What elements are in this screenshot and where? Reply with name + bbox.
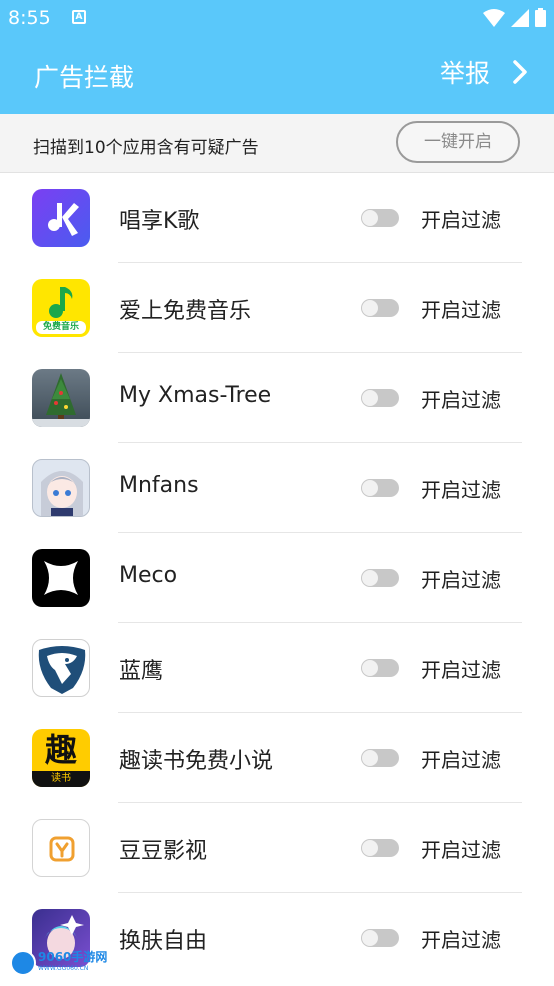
app-name: 豆豆影视	[119, 839, 208, 864]
eagle-icon	[32, 639, 90, 697]
watermark-sub: WWW.GG060.CN	[38, 965, 89, 972]
chevron-right-icon	[513, 60, 527, 84]
icon-char: 趣	[44, 731, 77, 769]
report-button[interactable]: 举报	[440, 54, 528, 90]
filter-label: 开启过滤	[421, 298, 501, 322]
k-song-icon	[32, 189, 90, 247]
watermark-badge-icon	[10, 950, 36, 976]
toolbar: 广告拦截 举报	[0, 38, 554, 114]
watermark-text: 9060手游网	[38, 950, 108, 964]
status-time: 8:55	[8, 7, 51, 29]
filter-label: 开启过滤	[421, 838, 501, 862]
filter-toggle[interactable]	[361, 839, 399, 857]
app-name: 唱享K歌	[119, 209, 200, 234]
battery-icon	[535, 8, 546, 27]
filter-label: 开启过滤	[421, 478, 501, 502]
filter-toggle[interactable]	[361, 299, 399, 317]
status-bar: 8:55 A	[0, 0, 554, 38]
list-item: 豆豆影视 开启过滤	[0, 803, 554, 893]
list-item: Mnfans 开启过滤	[0, 443, 554, 533]
xmas-tree-icon	[32, 369, 90, 427]
doudou-video-icon	[32, 819, 90, 877]
status-icons	[483, 8, 546, 27]
list-item: My Xmas-Tree 开启过滤	[0, 353, 554, 443]
filter-label: 开启过滤	[421, 658, 501, 682]
app-name: 蓝鹰	[119, 659, 164, 684]
list-item: 免费音乐 爱上免费音乐 开启过滤	[0, 263, 554, 353]
app-name: 换肤自由	[119, 929, 208, 954]
filter-label: 开启过滤	[421, 928, 501, 952]
watermark-logo: 9060手游网 WWW.GG060.CN	[10, 950, 107, 976]
wifi-icon	[483, 8, 505, 27]
filter-toggle[interactable]	[361, 659, 399, 677]
app-name: 爱上免费音乐	[119, 299, 252, 324]
scan-summary-text: 扫描到10个应用含有可疑广告	[33, 138, 259, 158]
filter-label: 开启过滤	[421, 388, 501, 412]
app-name: 趣读书免费小说	[119, 749, 274, 774]
music-note-icon: 免费音乐	[32, 279, 90, 337]
filter-toggle[interactable]	[361, 929, 399, 947]
scan-summary-bar: 扫描到10个应用含有可疑广告 一键开启	[0, 114, 554, 173]
filter-toggle[interactable]	[361, 209, 399, 227]
list-item: 蓝鹰 开启过滤	[0, 623, 554, 713]
meco-star-icon	[32, 549, 90, 607]
filter-toggle[interactable]	[361, 479, 399, 497]
app-name: Meco	[119, 563, 178, 588]
list-item: 唱享K歌 开启过滤	[0, 173, 554, 263]
list-item: Meco 开启过滤	[0, 533, 554, 623]
app-list: 唱享K歌 开启过滤 免费音乐 爱上免费音乐 开启过滤 My Xmas-Tree …	[0, 173, 554, 983]
anime-girl-icon	[32, 459, 90, 517]
qu-book-icon: 趣 读书	[32, 729, 90, 787]
report-label: 举报	[439, 59, 490, 88]
a-icon: A	[72, 10, 86, 24]
app-name: My Xmas-Tree	[119, 383, 272, 408]
filter-label: 开启过滤	[421, 208, 501, 232]
filter-toggle[interactable]	[361, 389, 399, 407]
filter-toggle[interactable]	[361, 569, 399, 587]
icon-caption: 免费音乐	[42, 322, 79, 332]
app-name: Mnfans	[119, 473, 199, 498]
signal-icon	[511, 8, 529, 27]
enable-all-button[interactable]: 一键开启	[396, 121, 520, 163]
filter-label: 开启过滤	[421, 748, 501, 772]
filter-toggle[interactable]	[361, 749, 399, 767]
icon-caption: 读书	[51, 773, 71, 784]
filter-label: 开启过滤	[421, 568, 501, 592]
list-item: 趣 读书 趣读书免费小说 开启过滤	[0, 713, 554, 803]
page-title: 广告拦截	[34, 63, 135, 92]
